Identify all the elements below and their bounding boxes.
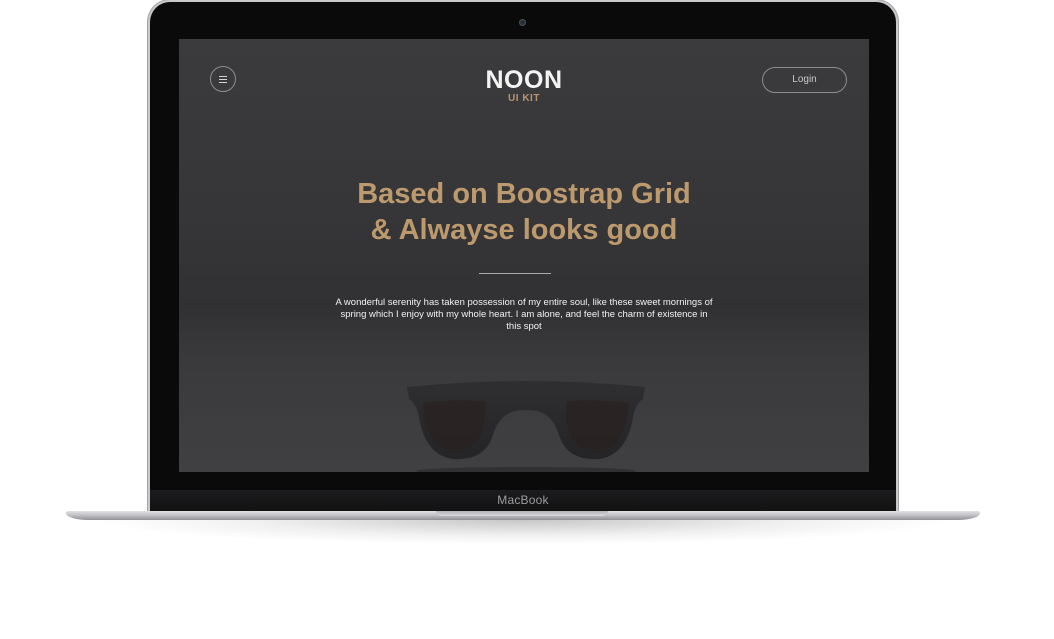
hero-body-text: A wonderful serenity has taken possessio… [335, 297, 713, 332]
device-brand-label: MacBook [497, 493, 549, 507]
login-button[interactable]: Login [762, 67, 847, 93]
hero-divider [479, 273, 551, 274]
laptop-lid: NOON UI KIT Login Based on Boostrap Grid… [150, 2, 896, 512]
sunglasses-image [407, 381, 645, 472]
laptop-screen: NOON UI KIT Login Based on Boostrap Grid… [179, 39, 869, 472]
laptop-base [66, 511, 980, 520]
laptop-shadow [100, 520, 946, 544]
laptop-mockup: NOON UI KIT Login Based on Boostrap Grid… [0, 0, 1054, 639]
hero-headline-line2: & Alwayse looks good [370, 214, 678, 246]
logo-subtitle: UI KIT [508, 93, 540, 104]
hero-headline-line1: Based on Boostrap Grid [357, 178, 691, 210]
camera-icon [519, 19, 526, 26]
hero-headline: Based on Boostrap Grid & Alwayse looks g… [179, 176, 869, 248]
laptop-notch [436, 511, 608, 516]
